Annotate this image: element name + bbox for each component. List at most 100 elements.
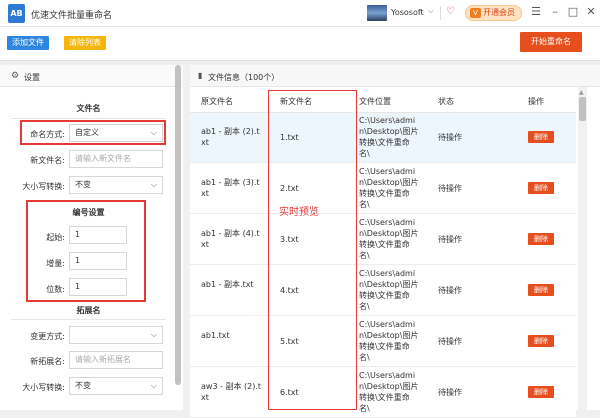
delete-button[interactable]: 删除	[528, 131, 554, 143]
original-name-cell: ab1 - 副本 (2).t xt	[201, 126, 276, 148]
preview-label: 实时预览	[279, 207, 319, 218]
chevron-down-icon: ⌵	[150, 330, 157, 339]
location-cell: C:\Users\admi n\Desktop\图片 转换\文件重命 名\	[359, 268, 434, 312]
original-name-line: aw3 - 副本 (2).t	[201, 382, 262, 391]
status-cell: 待操作	[438, 235, 462, 244]
divider	[11, 118, 166, 119]
location-line: 转换\文件重命	[359, 138, 410, 147]
location-cell: C:\Users\admi n\Desktop\图片 转换\文件重命 名\	[359, 319, 434, 363]
location-cell: C:\Users\admi n\Desktop\图片 转换\文件重命 名\	[359, 370, 434, 414]
app-logo: AB	[8, 4, 25, 23]
table-row[interactable]: ab1 - 副本 (2).t xt 1.txt C:\Users\admi n\Desk…	[190, 113, 576, 163]
delete-button[interactable]: 删除	[528, 284, 554, 296]
vip-button[interactable]: V 开通会员	[465, 5, 522, 21]
location-line: n\Desktop\图片	[359, 178, 419, 187]
location-cell: C:\Users\admi n\Desktop\图片 转换\文件重命 名\	[359, 166, 434, 210]
original-name-line: xt	[201, 189, 209, 198]
location-line: n\Desktop\图片	[359, 127, 419, 136]
preview-highlight-box	[268, 90, 357, 410]
location-line: C:\Users\admi	[359, 320, 416, 329]
status-cell: 待操作	[438, 184, 462, 193]
ext-case-convert-select[interactable]: 不变 ⌵	[69, 377, 163, 395]
highlight-box	[20, 120, 166, 145]
file-list-scrollbar[interactable]	[579, 97, 586, 121]
change-mode-label: 变更方式:	[30, 332, 65, 341]
heart-icon[interactable]: ♡	[446, 6, 455, 17]
chevron-down-icon: ⌵	[150, 180, 157, 189]
case-convert-value: 不变	[75, 180, 91, 189]
extension-section-title: 拓展名	[76, 306, 101, 315]
new-name-label: 新文件名:	[30, 156, 65, 165]
original-name-cell: ab1 - 副本.txt	[201, 279, 276, 290]
new-extension-label: 新拓展名:	[30, 357, 65, 366]
location-line: 名\	[359, 404, 370, 413]
avatar[interactable]	[367, 5, 387, 21]
location-line: C:\Users\admi	[359, 371, 416, 380]
file-list-panel: ▮ 文件信息（100个） 原文件名 新文件名 文件位置 状态 操作 ab1 - …	[190, 65, 600, 418]
filename-section-title: 文件名	[76, 104, 101, 113]
location-line: 名\	[359, 302, 370, 311]
table-row[interactable]: ab1 - 副本 (4).t xt 3.txt C:\Users\admi n\Desk…	[190, 215, 576, 265]
location-line: C:\Users\admi	[359, 116, 416, 125]
table-row[interactable]: ab1.txt 5.txt C:\Users\admi n\Desktop\图片 转换\…	[190, 317, 576, 367]
status-cell: 待操作	[438, 337, 462, 346]
chevron-down-icon[interactable]: ⌵	[428, 7, 433, 16]
location-line: n\Desktop\图片	[359, 331, 419, 340]
toolbar: 添加文件 清除列表 开始重命名	[0, 27, 600, 61]
col-original-name: 原文件名	[201, 97, 233, 106]
maximize-icon[interactable]: □	[566, 5, 580, 18]
table-header: 原文件名 新文件名 文件位置 状态 操作	[190, 87, 576, 113]
settings-header: ⚙ 设置	[0, 65, 183, 87]
original-name-line: ab1 - 副本.txt	[201, 280, 254, 289]
case-convert-select[interactable]: 不变 ⌵	[69, 176, 163, 194]
settings-panel: ⚙ 设置 文件名 命名方式: 自定义 ⌵ 新文件名: 请输入新文件名 大小写转换…	[0, 65, 183, 410]
original-name-line: ab1 - 副本 (4).t	[201, 229, 260, 238]
original-name-line: xt	[201, 240, 209, 249]
minimize-icon[interactable]: –	[548, 5, 562, 18]
delete-button[interactable]: 删除	[528, 182, 554, 194]
highlight-box	[26, 200, 146, 302]
original-name-line: ab1 - 副本 (3).t	[201, 178, 260, 187]
settings-body: 文件名 命名方式: 自定义 ⌵ 新文件名: 请输入新文件名 大小写转换: 不变 …	[7, 94, 170, 410]
divider	[11, 319, 166, 320]
file-icon: ▮	[198, 71, 203, 80]
location-line: 名\	[359, 353, 370, 362]
settings-scrollbar[interactable]	[175, 65, 181, 385]
start-rename-button[interactable]: 开始重命名	[520, 32, 582, 52]
status-cell: 待操作	[438, 388, 462, 397]
gear-icon: ⚙	[11, 71, 20, 81]
original-name-cell: ab1.txt	[201, 330, 276, 341]
user-name[interactable]: Yososoft	[391, 8, 424, 17]
table-row[interactable]: ab1 - 副本 (3).t xt 2.txt C:\Users\admi n\Desk…	[190, 164, 576, 214]
col-status: 状态	[438, 97, 454, 106]
add-file-button[interactable]: 添加文件	[7, 36, 49, 50]
delete-button[interactable]: 删除	[528, 386, 554, 398]
table-row[interactable]: aw3 - 副本 (2).t xt 6.txt C:\Users\admi n\Desk…	[190, 368, 576, 418]
status-cell: 待操作	[438, 286, 462, 295]
settings-title: 设置	[24, 73, 40, 82]
col-location: 文件位置	[359, 97, 391, 106]
menu-icon[interactable]: ☰	[529, 5, 543, 18]
file-list-scrollbar-track[interactable]	[578, 87, 587, 410]
location-line: n\Desktop\图片	[359, 229, 419, 238]
clear-list-button[interactable]: 清除列表	[64, 36, 106, 50]
original-name-line: xt	[201, 138, 209, 147]
new-extension-input[interactable]: 请输入新拓展名	[69, 351, 163, 369]
original-name-cell: ab1 - 副本 (3).t xt	[201, 177, 276, 199]
chevron-down-icon: ⌵	[150, 381, 157, 390]
location-line: 转换\文件重命	[359, 189, 410, 198]
scroll-up-icon[interactable]: ▲	[579, 89, 584, 96]
case-convert-label: 大小写转换:	[22, 182, 65, 191]
close-icon[interactable]: ✕	[584, 5, 598, 18]
divider	[440, 6, 441, 20]
location-cell: C:\Users\admi n\Desktop\图片 转换\文件重命 名\	[359, 115, 434, 159]
delete-button[interactable]: 删除	[528, 233, 554, 245]
new-name-input[interactable]: 请输入新文件名	[69, 150, 163, 168]
delete-button[interactable]: 删除	[528, 335, 554, 347]
ext-case-convert-label: 大小写转换:	[22, 383, 65, 392]
table-row[interactable]: ab1 - 副本.txt 4.txt C:\Users\admi n\Desktop\…	[190, 266, 576, 316]
change-mode-select[interactable]: ⌵	[69, 326, 163, 344]
original-name-cell: aw3 - 副本 (2).t xt	[201, 381, 276, 403]
location-line: C:\Users\admi	[359, 269, 416, 278]
original-name-line: xt	[201, 393, 209, 402]
